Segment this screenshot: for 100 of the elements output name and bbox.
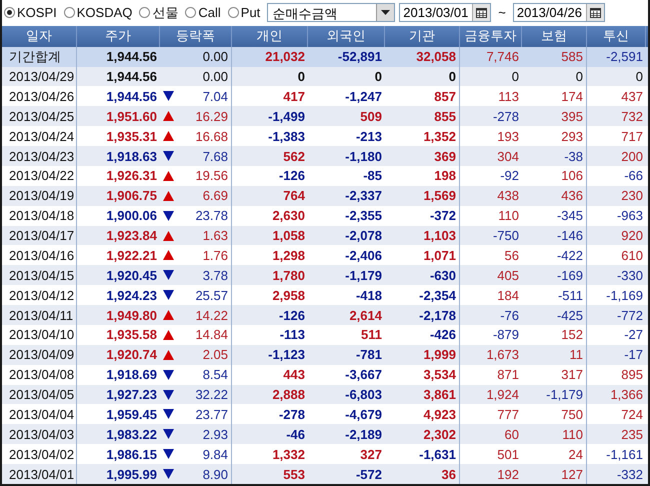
change-cell: 0.00 bbox=[202, 49, 228, 64]
table-cell-text: 327 bbox=[359, 446, 383, 464]
price-cell-text: 1,944.56 bbox=[105, 48, 158, 66]
price-cell-text: 1,918.63 bbox=[105, 148, 158, 166]
table-cell-text: 2,958 bbox=[271, 286, 306, 305]
table-cell-text: 509 bbox=[359, 108, 383, 126]
caret-icon bbox=[381, 10, 390, 16]
table-cell-text: 553 bbox=[282, 466, 306, 484]
price-cell-text: 1,935.58 bbox=[105, 326, 158, 344]
table-cell-text: 1,058 bbox=[271, 227, 306, 246]
table-cell-text: 777 bbox=[496, 406, 520, 424]
change-cell: 7.68 bbox=[202, 148, 228, 164]
table-cell-text: 110 bbox=[497, 207, 520, 226]
table-cell-text: 200 bbox=[620, 148, 644, 166]
column-header[interactable]: 기관 bbox=[409, 27, 435, 46]
table-cell-text: 717 bbox=[620, 128, 644, 146]
table-cell-text: -113 bbox=[278, 326, 306, 344]
table-cell-text: 1,924 bbox=[485, 386, 520, 404]
table-cell-text: -92 bbox=[499, 167, 520, 186]
column-header[interactable]: 보험 bbox=[541, 27, 567, 46]
range-separator: ~ bbox=[497, 5, 507, 20]
table-cell: 36 bbox=[385, 464, 460, 484]
table-cell-text: -76 bbox=[499, 306, 520, 325]
change-cell: 32.22 bbox=[195, 387, 228, 402]
table-cell-text: -1,161 bbox=[605, 446, 644, 464]
column-header[interactable]: 일자 bbox=[26, 27, 52, 46]
table-cell-text: -4,679 bbox=[344, 406, 383, 424]
column-header[interactable]: 금융투자 bbox=[464, 27, 516, 46]
market-radio[interactable]: 선물 bbox=[139, 4, 178, 22]
column-header[interactable]: 외국인 bbox=[326, 27, 366, 46]
table-cell-text: -2,337 bbox=[344, 187, 383, 206]
table-cell-text: 437 bbox=[620, 88, 644, 106]
market-radio[interactable]: Put bbox=[228, 5, 260, 20]
table-cell-text: -2,189 bbox=[344, 426, 383, 444]
metric-dropdown[interactable]: 순매수금액 bbox=[267, 3, 396, 22]
table-cell-text: -1,123 bbox=[267, 346, 306, 364]
change-cell: 2.93 bbox=[202, 426, 228, 442]
table-cell-text: -781 bbox=[354, 346, 383, 364]
table-cell-text: 1,673 bbox=[485, 346, 520, 364]
column-header[interactable]: 주가 bbox=[105, 27, 131, 46]
table-cell-text: -2,078 bbox=[344, 227, 383, 246]
change-cell: 16.68 bbox=[195, 128, 228, 144]
table-cell-text: -1,180 bbox=[344, 148, 383, 166]
change-cell: 23.77 bbox=[195, 406, 228, 422]
table-cell-text: -27 bbox=[623, 326, 644, 344]
column-header[interactable]: 등락폭 bbox=[176, 27, 215, 46]
table-cell-text: 230 bbox=[620, 187, 644, 206]
table-cell-text: -6,803 bbox=[344, 386, 383, 404]
column-header[interactable]: 개인 bbox=[256, 27, 282, 46]
change-cell: 14.22 bbox=[195, 308, 228, 323]
market-radio[interactable]: Call bbox=[185, 5, 221, 20]
table-cell-text: 1,780 bbox=[271, 266, 306, 285]
table-cell-text: -126 bbox=[278, 167, 306, 186]
price-cell-text: 1,935.31 bbox=[105, 128, 158, 146]
price-cell-text: 1,944.56 bbox=[105, 68, 158, 86]
table-cell-text: 417 bbox=[282, 88, 306, 106]
change-cell: 1.76 bbox=[202, 248, 228, 263]
change-cell: 0.00 bbox=[202, 69, 228, 84]
price-cell-text: 1,951.60 bbox=[105, 108, 158, 126]
change-cell: 23.78 bbox=[195, 208, 228, 224]
table-cell-text: -1,383 bbox=[267, 128, 306, 146]
table-cell-text: -1,247 bbox=[344, 88, 383, 106]
table-cell-text: 21,032 bbox=[264, 48, 306, 66]
table-cell-text: 0 bbox=[634, 68, 644, 86]
calendar-icon bbox=[590, 8, 601, 18]
table-cell-text: 0 bbox=[374, 68, 383, 86]
table-cell-text: -278 bbox=[278, 406, 306, 424]
table-cell-text: 405 bbox=[496, 266, 520, 285]
market-radio[interactable]: KOSPI bbox=[4, 5, 57, 20]
table-cell-text: 562 bbox=[282, 148, 306, 166]
table-cell-text: 895 bbox=[620, 366, 644, 384]
table-cell-text: 192 bbox=[496, 466, 520, 484]
price-cell-text: 1,926.31 bbox=[105, 167, 158, 186]
table-cell-text: 871 bbox=[496, 366, 520, 384]
price-cell-text: 1,922.21 bbox=[105, 246, 158, 265]
table-cell-text: 920 bbox=[620, 227, 644, 246]
table-cell-text: 438 bbox=[496, 187, 520, 206]
table-cell-text: 56 bbox=[504, 246, 520, 265]
end-date-field[interactable]: 2013/04/26 bbox=[512, 3, 605, 22]
column-header[interactable]: 투신 bbox=[603, 27, 629, 46]
table-cell-text: -278 bbox=[492, 108, 520, 126]
table-cell-text: -772 bbox=[616, 306, 644, 325]
date-cell: 2013/04/01 bbox=[2, 464, 77, 484]
market-radio[interactable]: KOSDAQ bbox=[64, 5, 132, 20]
price-cell-text: 1,920.74 bbox=[105, 346, 158, 364]
table-cell-text: -963 bbox=[616, 207, 644, 226]
change-cell: 2.05 bbox=[202, 347, 228, 362]
price-cell-text: 1,983.22 bbox=[105, 426, 158, 444]
table-cell-text: -3,667 bbox=[344, 366, 383, 384]
price-cell-text: 1,918.69 bbox=[105, 366, 158, 384]
table-cell-text: 60 bbox=[504, 426, 520, 444]
change-cell: 3.78 bbox=[202, 268, 228, 283]
table-cell-text: -52,891 bbox=[336, 48, 383, 66]
table-cell-text: 501 bbox=[496, 446, 520, 464]
table-cell-text: -17 bbox=[623, 346, 644, 364]
table-cell-text: 2,630 bbox=[271, 207, 306, 226]
start-date-field[interactable]: 2013/03/01 bbox=[399, 3, 492, 22]
table-cell-text: -572 bbox=[354, 466, 383, 484]
table-cell-text: -750 bbox=[492, 227, 520, 246]
table-cell-text: -332 bbox=[616, 466, 644, 484]
